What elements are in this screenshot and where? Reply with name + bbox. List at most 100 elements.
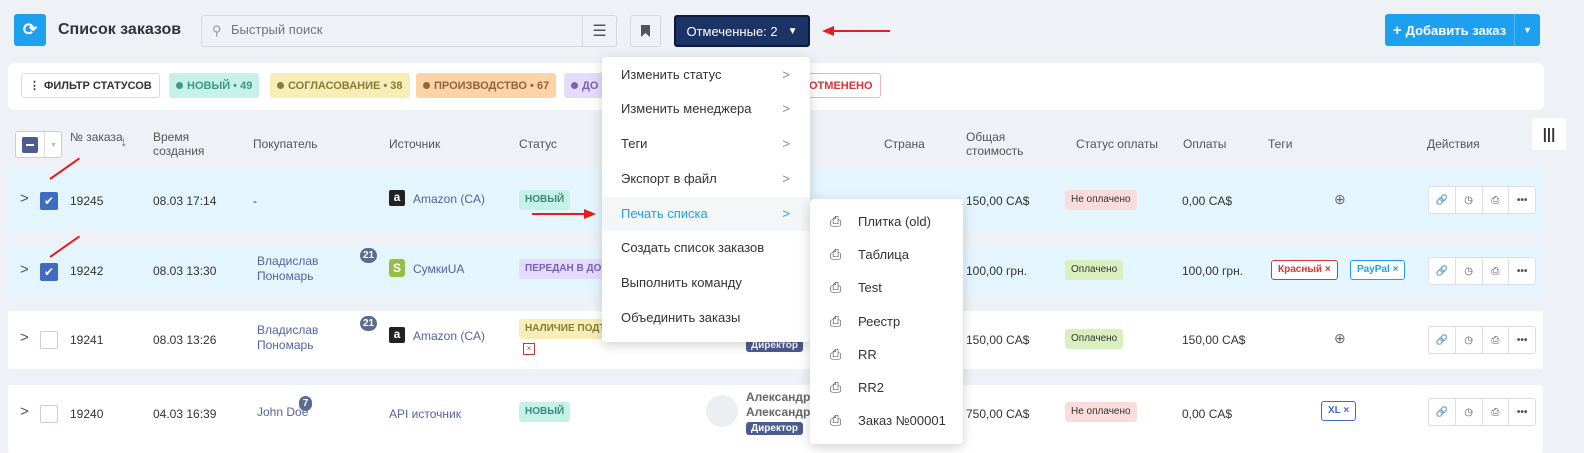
- submenu-item-label: RR2: [858, 380, 885, 395]
- submenu-item[interactable]: ⎙ Таблица: [810, 238, 963, 271]
- col-payments[interactable]: Оплаты: [1183, 137, 1226, 151]
- order-number[interactable]: 19242: [70, 264, 103, 278]
- print-icon[interactable]: ⎙: [1483, 327, 1510, 353]
- menu-item-merge-orders[interactable]: Объединить заказы: [602, 301, 810, 335]
- link-icon[interactable]: 🔗: [1429, 399, 1456, 425]
- col-source[interactable]: Источник: [389, 137, 440, 151]
- add-tag-icon[interactable]: ⊕: [1334, 330, 1346, 347]
- tag-xl[interactable]: XL ×: [1321, 401, 1357, 421]
- menu-item-change-status[interactable]: Изменить статус >: [602, 58, 810, 92]
- filter-settings-icon[interactable]: ☰: [582, 16, 616, 46]
- sort-arrow-icon[interactable]: ↓: [120, 134, 128, 149]
- source[interactable]: Amazon (CA): [413, 329, 485, 343]
- chip-label: ПРОИЗВОДСТВО • 67: [434, 79, 550, 92]
- tag-red[interactable]: Красный ×: [1271, 260, 1338, 280]
- submenu-item[interactable]: ⎙ RR: [810, 338, 963, 371]
- more-icon[interactable]: •••: [1509, 399, 1535, 425]
- col-status[interactable]: Статус: [519, 137, 557, 151]
- menu-item-run-command[interactable]: Выполнить команду: [602, 266, 810, 300]
- row-checkbox[interactable]: ✔: [40, 192, 58, 210]
- history-icon[interactable]: ◷: [1456, 187, 1483, 213]
- select-all-checkbox[interactable]: ▼: [15, 131, 62, 158]
- menu-item-tags[interactable]: Теги >: [602, 127, 810, 161]
- print-icon[interactable]: ⎙: [1483, 258, 1510, 284]
- chip-agreement[interactable]: СОГЛАСОВАНИЕ • 38: [270, 73, 410, 98]
- buyer-orders-badge: 7: [299, 396, 312, 411]
- submenu-item[interactable]: ⎙ RR2: [810, 371, 963, 404]
- link-icon[interactable]: 🔗: [1429, 327, 1456, 353]
- created-time: 04.03 16:39: [153, 407, 217, 421]
- status-badge[interactable]: НОВЫЙ: [519, 190, 571, 210]
- expand-chevron-icon[interactable]: >: [20, 329, 29, 346]
- refresh-button[interactable]: ⟳: [14, 14, 46, 46]
- chip-new[interactable]: НОВЫЙ • 49: [169, 73, 260, 98]
- history-icon[interactable]: ◷: [1456, 258, 1483, 284]
- history-icon[interactable]: ◷: [1456, 399, 1483, 425]
- buyer-link[interactable]: Владислав Пономарь: [257, 254, 327, 284]
- annotation-arrow: [828, 30, 890, 32]
- status-filter-button[interactable]: ⋮ ФИЛЬТР СТАТУСОВ: [21, 73, 160, 98]
- printer-icon: ⎙: [830, 412, 842, 428]
- row-checkbox[interactable]: [40, 405, 58, 423]
- add-order-button[interactable]: + Добавить заказ ▼: [1385, 14, 1540, 46]
- submenu-item[interactable]: ⎙ Плитка (old): [810, 205, 963, 238]
- submenu-item-label: Реестр: [858, 314, 901, 329]
- status-filter-label: ФИЛЬТР СТАТУСОВ: [44, 79, 152, 92]
- manager-avatar: [706, 395, 738, 427]
- link-icon[interactable]: 🔗: [1429, 258, 1456, 284]
- row-checkbox[interactable]: ✔: [40, 263, 58, 281]
- submenu-item[interactable]: ⎙ Test: [810, 271, 963, 304]
- chevron-right-icon: >: [782, 101, 790, 116]
- buyer: -: [253, 194, 257, 208]
- expand-chevron-icon[interactable]: >: [20, 403, 29, 420]
- expand-chevron-icon[interactable]: >: [20, 261, 29, 278]
- link-icon[interactable]: 🔗: [1429, 187, 1456, 213]
- status-badge[interactable]: ПЕРЕДАН В ДО: [519, 259, 609, 279]
- col-number[interactable]: № заказа: [70, 130, 123, 144]
- col-country[interactable]: Страна: [884, 137, 925, 151]
- history-icon[interactable]: ◷: [1456, 327, 1483, 353]
- order-number[interactable]: 19241: [70, 333, 103, 347]
- source[interactable]: СумкиUA: [413, 262, 464, 276]
- marked-dropdown-button[interactable]: Отмеченные: 2 ▼: [674, 15, 810, 47]
- bookmark-button[interactable]: [630, 15, 661, 47]
- row-checkbox[interactable]: [40, 331, 58, 349]
- chip-cancelled[interactable]: ОТМЕНЕНО: [804, 73, 881, 98]
- search-input[interactable]: [231, 22, 571, 37]
- add-order-dropdown[interactable]: ▼: [1514, 14, 1540, 46]
- add-tag-icon[interactable]: ⊕: [1334, 191, 1346, 208]
- status-badge[interactable]: НОВЫЙ: [519, 402, 571, 422]
- submenu-item[interactable]: ⎙ Реестр: [810, 305, 963, 338]
- print-icon[interactable]: ⎙: [1483, 187, 1510, 213]
- tag-paypal[interactable]: PayPal ×: [1350, 260, 1406, 280]
- col-pay-status[interactable]: Статус оплаты: [1076, 137, 1158, 151]
- pay-status-badge: Не оплачено: [1065, 402, 1137, 422]
- menu-item-export[interactable]: Экспорт в файл >: [602, 162, 810, 196]
- menu-item-change-manager[interactable]: Изменить менеджера >: [602, 92, 810, 126]
- source[interactable]: Amazon (CA): [413, 192, 485, 206]
- more-icon[interactable]: •••: [1509, 327, 1535, 353]
- chip-production[interactable]: ПРОИЗВОДСТВО • 67: [416, 73, 557, 98]
- menu-item-create-list[interactable]: Создать список заказов: [602, 231, 810, 265]
- created-time: 08.03 13:30: [153, 264, 217, 278]
- submenu-item[interactable]: ⎙ Заказ №00001: [810, 404, 963, 437]
- more-icon[interactable]: •••: [1509, 187, 1535, 213]
- submenu-item-label: Заказ №00001: [858, 413, 946, 428]
- buyer-link[interactable]: Владислав Пономарь: [257, 323, 327, 353]
- col-created[interactable]: Время создания: [153, 130, 213, 158]
- order-number[interactable]: 19240: [70, 407, 103, 421]
- table-row[interactable]: > 19240 04.03 16:39 John Doe 7 API источ…: [8, 385, 1543, 453]
- more-icon[interactable]: •••: [1509, 258, 1535, 284]
- col-tags[interactable]: Теги: [1268, 137, 1292, 151]
- print-icon[interactable]: ⎙: [1483, 399, 1510, 425]
- order-number[interactable]: 19245: [70, 194, 103, 208]
- source[interactable]: API источник: [389, 407, 461, 421]
- menu-item-print-list[interactable]: Печать списка >: [602, 197, 810, 231]
- search-field[interactable]: ⚲ ☰: [201, 15, 617, 47]
- expand-chevron-icon[interactable]: >: [20, 190, 29, 207]
- col-total[interactable]: Общая стоимость: [966, 130, 1036, 158]
- manager-name[interactable]: Александр Александр: [746, 390, 814, 420]
- col-buyer[interactable]: Покупатель: [253, 137, 317, 151]
- status-badge[interactable]: НАЛИЧИЕ ПОДТ: [519, 319, 609, 339]
- columns-toggle-button[interactable]: |||: [1532, 118, 1566, 150]
